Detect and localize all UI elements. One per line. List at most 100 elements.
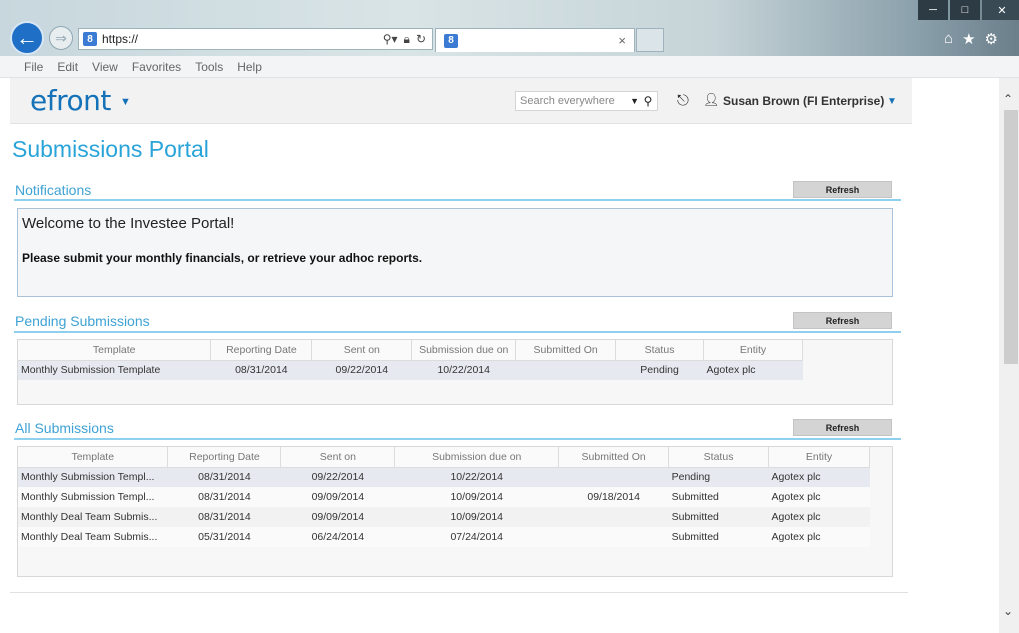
table-row[interactable]: Monthly Deal Team Submis... 08/31/2014 0…: [18, 507, 870, 527]
efront-logo[interactable]: efront: [30, 84, 111, 117]
due-on-cell: 10/09/2014: [395, 487, 559, 507]
column-header[interactable]: Submission due on: [395, 447, 559, 467]
search-input[interactable]: Search everywhere: [520, 95, 615, 107]
user-menu[interactable]: Susan Brown (FI Enterprise): [723, 94, 884, 108]
forward-icon: ⇒: [55, 30, 67, 47]
sent-on-cell: 06/24/2014: [281, 527, 395, 547]
home-icon[interactable]: ⌂: [944, 30, 953, 48]
gear-icon[interactable]: ⚙: [985, 30, 998, 48]
table-row[interactable]: Monthly Submission Templ... 08/31/2014 0…: [18, 487, 870, 507]
table-row[interactable]: Monthly Deal Team Submis... 05/31/2014 0…: [18, 527, 870, 547]
sent-on-cell: 09/09/2014: [281, 507, 395, 527]
column-header[interactable]: Submitted On: [516, 340, 616, 360]
back-button[interactable]: ←: [10, 21, 44, 55]
all-submissions-grid: Template Reporting Date Sent on Submissi…: [17, 446, 893, 577]
menu-file[interactable]: File: [24, 60, 43, 74]
pending-submissions-title: Pending Submissions: [15, 313, 150, 329]
column-header[interactable]: Entity: [704, 340, 803, 360]
reporting-date-cell: 08/31/2014: [168, 467, 281, 487]
address-bar[interactable]: 8 https:// ⚲▾ 🔒︎ ↻: [78, 28, 433, 50]
lock-icon[interactable]: 🔒︎: [404, 32, 410, 47]
section-divider: [14, 199, 901, 201]
chevron-down-icon[interactable]: ▼: [887, 96, 897, 107]
submitted-on-cell: [559, 467, 669, 487]
close-tab-icon[interactable]: ×: [618, 33, 626, 48]
template-cell[interactable]: Monthly Submission Templ...: [18, 467, 168, 487]
section-divider: [14, 331, 901, 333]
column-header[interactable]: Status: [669, 447, 769, 467]
status-cell: Submitted: [669, 527, 769, 547]
app-header: efront ▼ Search everywhere ▼ ⚲ ⎋ 👤︎ Susa…: [10, 78, 912, 124]
search-scope-dropdown-icon[interactable]: ▼: [630, 96, 639, 106]
column-header[interactable]: Template: [18, 447, 168, 467]
status-cell: Pending: [669, 467, 769, 487]
table-row[interactable]: Monthly Submission Templ... 08/31/2014 0…: [18, 467, 870, 487]
menu-edit[interactable]: Edit: [57, 60, 78, 74]
menu-tools[interactable]: Tools: [195, 60, 223, 74]
maximize-button[interactable]: □: [950, 0, 980, 20]
browser-tab[interactable]: 8 ×: [435, 28, 635, 52]
due-on-cell: 07/24/2014: [395, 527, 559, 547]
due-on-cell: 10/22/2014: [395, 467, 559, 487]
menu-bar: File Edit View Favorites Tools Help: [0, 56, 1019, 78]
entity-cell: Agotex plc: [769, 487, 870, 507]
submitted-on-cell: [516, 360, 616, 380]
column-header[interactable]: Sent on: [312, 340, 412, 360]
due-on-cell: 10/09/2014: [395, 507, 559, 527]
search-box[interactable]: Search everywhere ▼ ⚲: [515, 91, 658, 111]
notifications-panel: Welcome to the Investee Portal! Please s…: [17, 208, 893, 297]
star-icon[interactable]: ★: [962, 30, 975, 48]
sent-on-cell: 09/09/2014: [281, 487, 395, 507]
submitted-on-cell: 09/18/2014: [559, 487, 669, 507]
menu-favorites[interactable]: Favorites: [132, 60, 181, 74]
close-window-button[interactable]: ✕: [982, 0, 1019, 20]
table-row[interactable]: Monthly Submission Template 08/31/2014 0…: [18, 360, 803, 380]
entity-cell: Agotex plc: [704, 360, 803, 380]
new-tab-button[interactable]: [636, 28, 664, 52]
column-header[interactable]: Submitted On: [559, 447, 669, 467]
column-header[interactable]: Submission due on: [412, 340, 516, 360]
welcome-text: Welcome to the Investee Portal!: [22, 215, 234, 232]
notifications-refresh-button[interactable]: Refresh: [793, 181, 892, 198]
refresh-icon[interactable]: ↻: [416, 32, 426, 47]
google-favicon-icon: 8: [83, 32, 97, 46]
column-header[interactable]: Sent on: [281, 447, 395, 467]
address-text[interactable]: https://: [102, 32, 383, 46]
search-icon[interactable]: ⚲▾: [383, 32, 398, 47]
entity-cell: Agotex plc: [769, 527, 870, 547]
scrollbar-thumb[interactable]: [1004, 110, 1018, 364]
reporting-date-cell: 05/31/2014: [168, 527, 281, 547]
template-cell[interactable]: Monthly Deal Team Submis...: [18, 527, 168, 547]
chevron-down-icon[interactable]: ▼: [120, 96, 131, 108]
column-header[interactable]: Template: [18, 340, 211, 360]
sent-on-cell: 09/22/2014: [281, 467, 395, 487]
column-header[interactable]: Reporting Date: [168, 447, 281, 467]
all-refresh-button[interactable]: Refresh: [793, 419, 892, 436]
column-header[interactable]: Entity: [769, 447, 870, 467]
reporting-date-cell: 08/31/2014: [168, 507, 281, 527]
due-on-cell: 10/22/2014: [412, 360, 516, 380]
notifications-title: Notifications: [15, 182, 91, 198]
pending-submissions-grid: Template Reporting Date Sent on Submissi…: [17, 339, 893, 405]
chevron-down-icon[interactable]: ⌄: [1003, 604, 1013, 618]
help-icon[interactable]: ⎋: [677, 92, 689, 109]
menu-help[interactable]: Help: [237, 60, 262, 74]
sent-on-cell: 09/22/2014: [312, 360, 412, 380]
forward-button[interactable]: ⇒: [49, 26, 73, 50]
column-header[interactable]: Status: [616, 340, 704, 360]
chevron-up-icon[interactable]: ⌃: [1003, 92, 1013, 106]
back-arrow-icon: ←: [16, 25, 38, 51]
template-cell[interactable]: Monthly Submission Template: [18, 360, 211, 380]
template-cell[interactable]: Monthly Submission Templ...: [18, 487, 168, 507]
menu-view[interactable]: View: [92, 60, 118, 74]
footer-divider: [10, 592, 908, 593]
column-header[interactable]: Reporting Date: [211, 340, 312, 360]
search-icon[interactable]: ⚲: [639, 94, 657, 108]
template-cell[interactable]: Monthly Deal Team Submis...: [18, 507, 168, 527]
page-title: Submissions Portal: [12, 136, 209, 163]
submitted-on-cell: [559, 507, 669, 527]
minimize-button[interactable]: ─: [918, 0, 948, 20]
section-divider: [14, 438, 901, 440]
google-favicon-icon: 8: [444, 34, 458, 48]
pending-refresh-button[interactable]: Refresh: [793, 312, 892, 329]
